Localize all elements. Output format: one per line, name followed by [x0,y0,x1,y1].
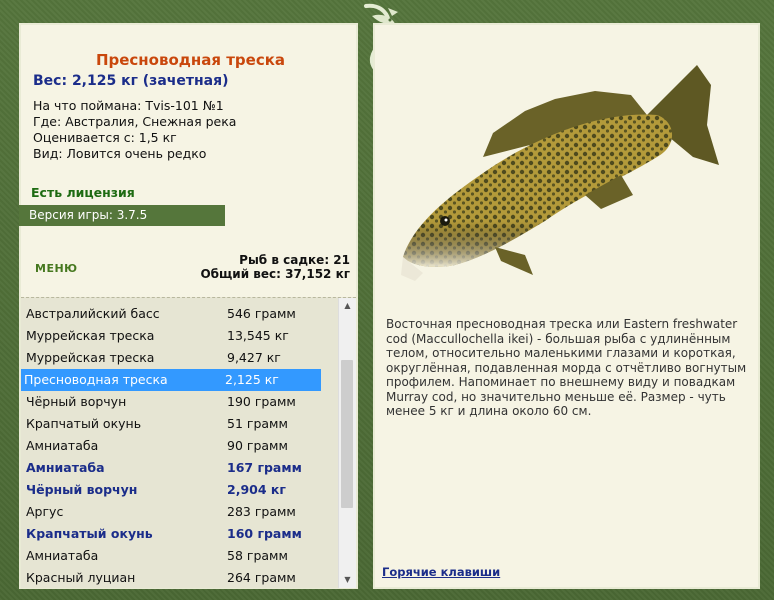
list-item-name: Муррейская треска [26,350,155,365]
list-item-name: Амниатаба [26,548,99,563]
list-item-weight: 2,125 кг [225,372,279,387]
list-item[interactable]: Муррейская треска 13,545 кг [23,325,323,347]
list-item[interactable]: Чёрный ворчун 2,904 кг [23,479,323,501]
list-item-weight: 90 грамм [227,438,288,453]
fish-detail-panel: Восточная пресноводная треска или Easter… [373,23,760,589]
fish-image [401,65,719,281]
list-item-name: Австралийский басс [26,306,160,321]
catch-location: Где: Австралия, Снежная река [33,114,237,129]
list-item-name: Амниатаба [26,460,105,475]
fish-info-panel: Пресноводная треска Вес: 2,125 кг (зачет… [19,23,358,589]
list-item-name: Крапчатый окунь [26,526,153,541]
list-item-weight: 2,904 кг [227,482,286,497]
version-bar: Версия игры: 3.7.5 [19,205,225,226]
fish-description: Восточная пресноводная треска или Easter… [386,317,747,418]
list-item-weight: 51 грамм [227,416,288,431]
fish-title: Пресноводная треска [95,51,286,69]
valued-from: Оценивается с: 1,5 кг [33,130,177,145]
fish-count: Рыб в садке: 21 [239,253,350,267]
list-item-name: Муррейская треска [26,328,155,343]
list-item[interactable]: Амниатаба 167 грамм [23,457,323,479]
scroll-down-icon[interactable]: ▼ [339,572,356,588]
list-item-name: Крапчатый окунь [26,416,142,431]
list-item-weight: 283 грамм [227,504,296,519]
list-item-weight: 9,427 кг [227,350,281,365]
list-item-name: Аргус [26,504,64,519]
list-item[interactable]: Красный луциан 264 грамм [23,567,323,588]
list-item-weight: 58 грамм [227,548,288,563]
list-item-weight: 13,545 кг [227,328,289,343]
list-item[interactable]: Крапчатый окунь 51 грамм [23,413,323,435]
list-item[interactable]: Крапчатый окунь 160 грамм [23,523,323,545]
list-item-name: Пресноводная треска [24,372,168,387]
list-item[interactable]: Амниатаба 58 грамм [23,545,323,567]
list-scrollbar[interactable]: ▲ ▼ [338,298,356,588]
list-item-weight: 546 грамм [227,306,296,321]
list-item-weight: 160 грамм [227,526,302,541]
total-weight: Общий вес: 37,152 кг [200,267,350,281]
catch-list[interactable]: Австралийский басс 546 грамм Муррейская тр… [21,297,356,588]
list-item[interactable]: Чёрный ворчун 190 грамм [23,391,323,413]
list-item[interactable]: Австралийский басс 546 грамм [23,303,323,325]
list-item-name: Чёрный ворчун [26,394,127,409]
list-item-weight: 264 грамм [227,570,296,585]
license-status: Есть лицензия [31,185,135,200]
scroll-thumb[interactable] [341,360,353,508]
scroll-up-icon[interactable]: ▲ [339,298,356,314]
list-item[interactable]: Аргус 283 грамм [23,501,323,523]
list-item[interactable]: Муррейская треска 9,427 кг [23,347,323,369]
hotkeys-link[interactable]: Горячие клавиши [382,565,500,579]
list-item-name: Чёрный ворчун [26,482,138,497]
fish-weight: Вес: 2,125 кг (зачетная) [33,73,229,89]
list-item-name: Красный луциан [26,570,136,585]
list-item-weight: 167 грамм [227,460,302,475]
fish-kind: Вид: Ловится очень редко [33,146,207,161]
list-item[interactable]: Амниатаба 90 грамм [23,435,323,457]
list-item-name: Амниатаба [26,438,99,453]
caught-with: На что поймана: Tvis-101 №1 [33,98,224,113]
list-item[interactable]: Пресноводная треска 2,125 кг [21,369,321,391]
list-item-weight: 190 грамм [227,394,296,409]
menu-button[interactable]: МЕНЮ [35,262,78,275]
